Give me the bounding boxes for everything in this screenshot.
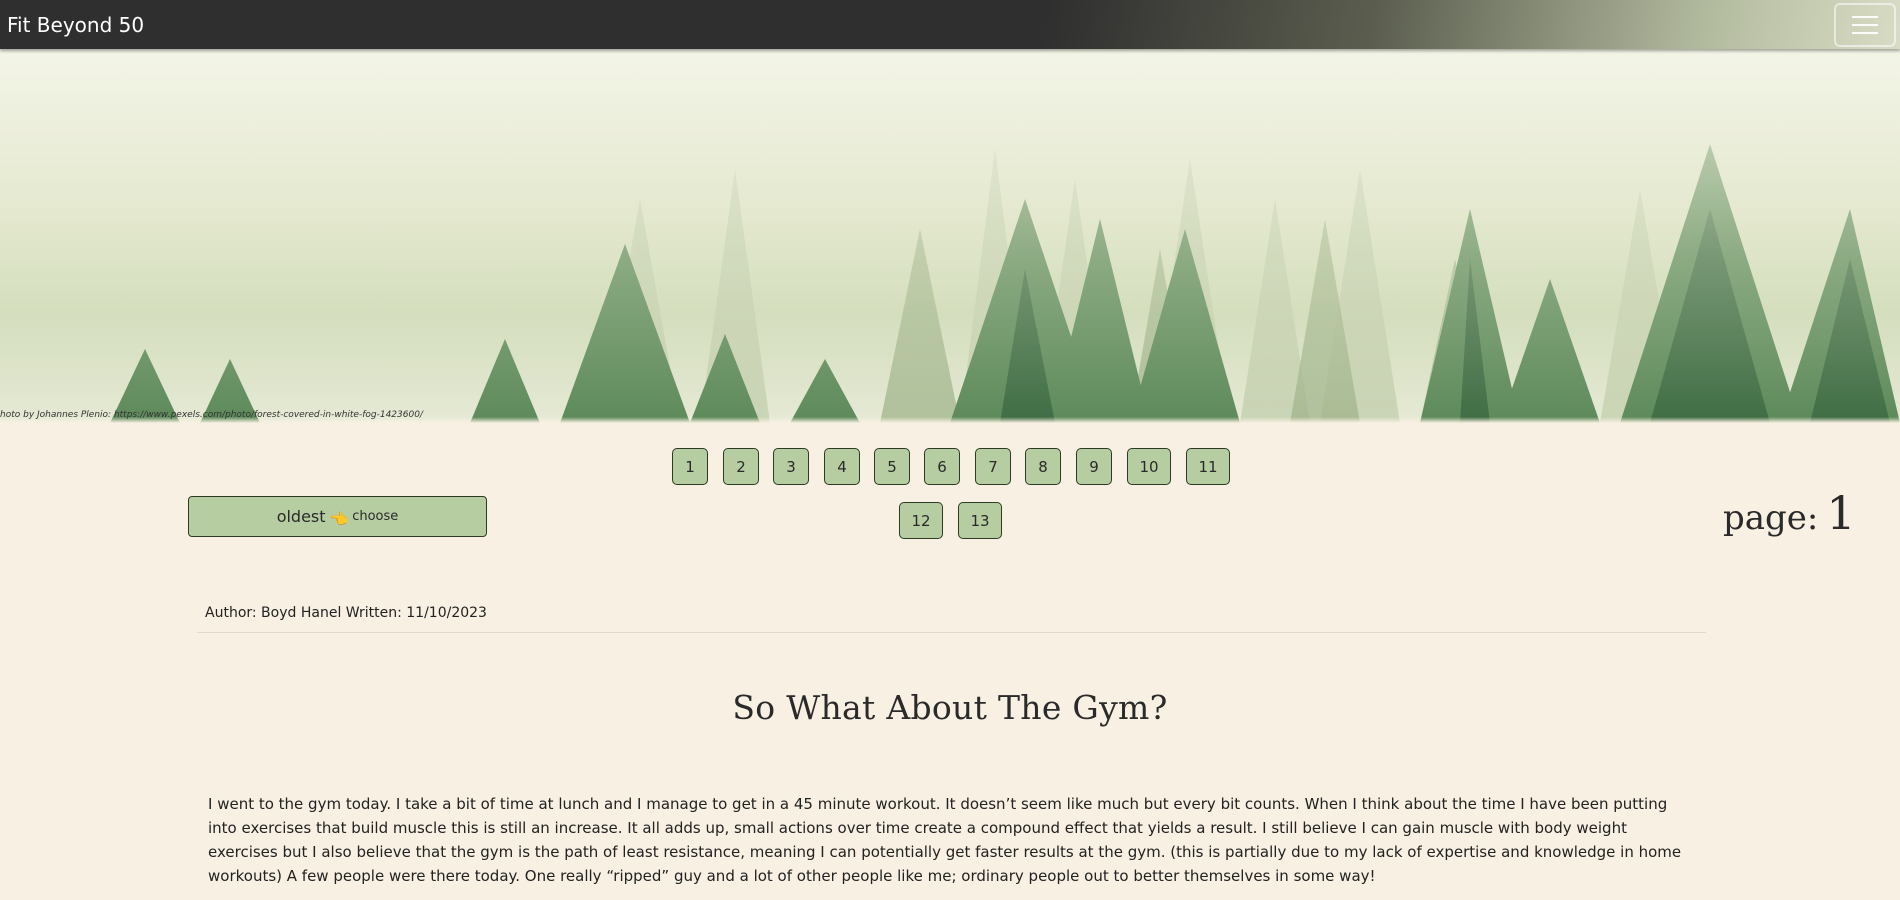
forest-illustration xyxy=(0,49,1900,423)
page-indicator: page: 1 xyxy=(1723,486,1856,540)
divider xyxy=(197,632,1706,633)
page-button-7[interactable]: 7 xyxy=(975,448,1011,485)
sort-order-button[interactable]: oldest 👈 choose xyxy=(188,496,487,537)
photo-credit: hoto by Johannes Plenio: https://www.pex… xyxy=(0,410,423,420)
article-meta: Author: Boyd Hanel Written: 11/10/2023 xyxy=(205,605,487,621)
page-indicator-label: page: xyxy=(1723,498,1819,538)
navbar: Fit Beyond 50 xyxy=(0,0,1900,49)
page-button-8[interactable]: 8 xyxy=(1025,448,1061,485)
page-button-9[interactable]: 9 xyxy=(1076,448,1112,485)
page-button-4[interactable]: 4 xyxy=(824,448,860,485)
page-button-13[interactable]: 13 xyxy=(958,502,1002,539)
brand-title[interactable]: Fit Beyond 50 xyxy=(0,13,144,37)
page-button-3[interactable]: 3 xyxy=(773,448,809,485)
pointing-hand-icon: 👈 xyxy=(329,509,349,528)
page-button-2[interactable]: 2 xyxy=(723,448,759,485)
page-button-6[interactable]: 6 xyxy=(924,448,960,485)
menu-line xyxy=(1852,31,1878,34)
menu-line xyxy=(1852,23,1878,26)
hamburger-menu-icon[interactable] xyxy=(1834,2,1896,47)
sort-choose-label: choose xyxy=(352,509,399,524)
page-button-12[interactable]: 12 xyxy=(899,502,943,539)
page-button-5[interactable]: 5 xyxy=(874,448,910,485)
article-body: I went to the gym today. I take a bit of… xyxy=(208,795,1682,885)
page-button-11[interactable]: 11 xyxy=(1186,448,1230,485)
page-indicator-value: 1 xyxy=(1826,486,1856,540)
menu-line xyxy=(1852,15,1878,18)
sort-order-label: oldest xyxy=(276,507,326,526)
page-button-10[interactable]: 10 xyxy=(1127,448,1171,485)
hero-banner-image xyxy=(0,49,1900,423)
page-button-1[interactable]: 1 xyxy=(672,448,708,485)
article-title: So What About The Gym? xyxy=(732,688,1168,727)
